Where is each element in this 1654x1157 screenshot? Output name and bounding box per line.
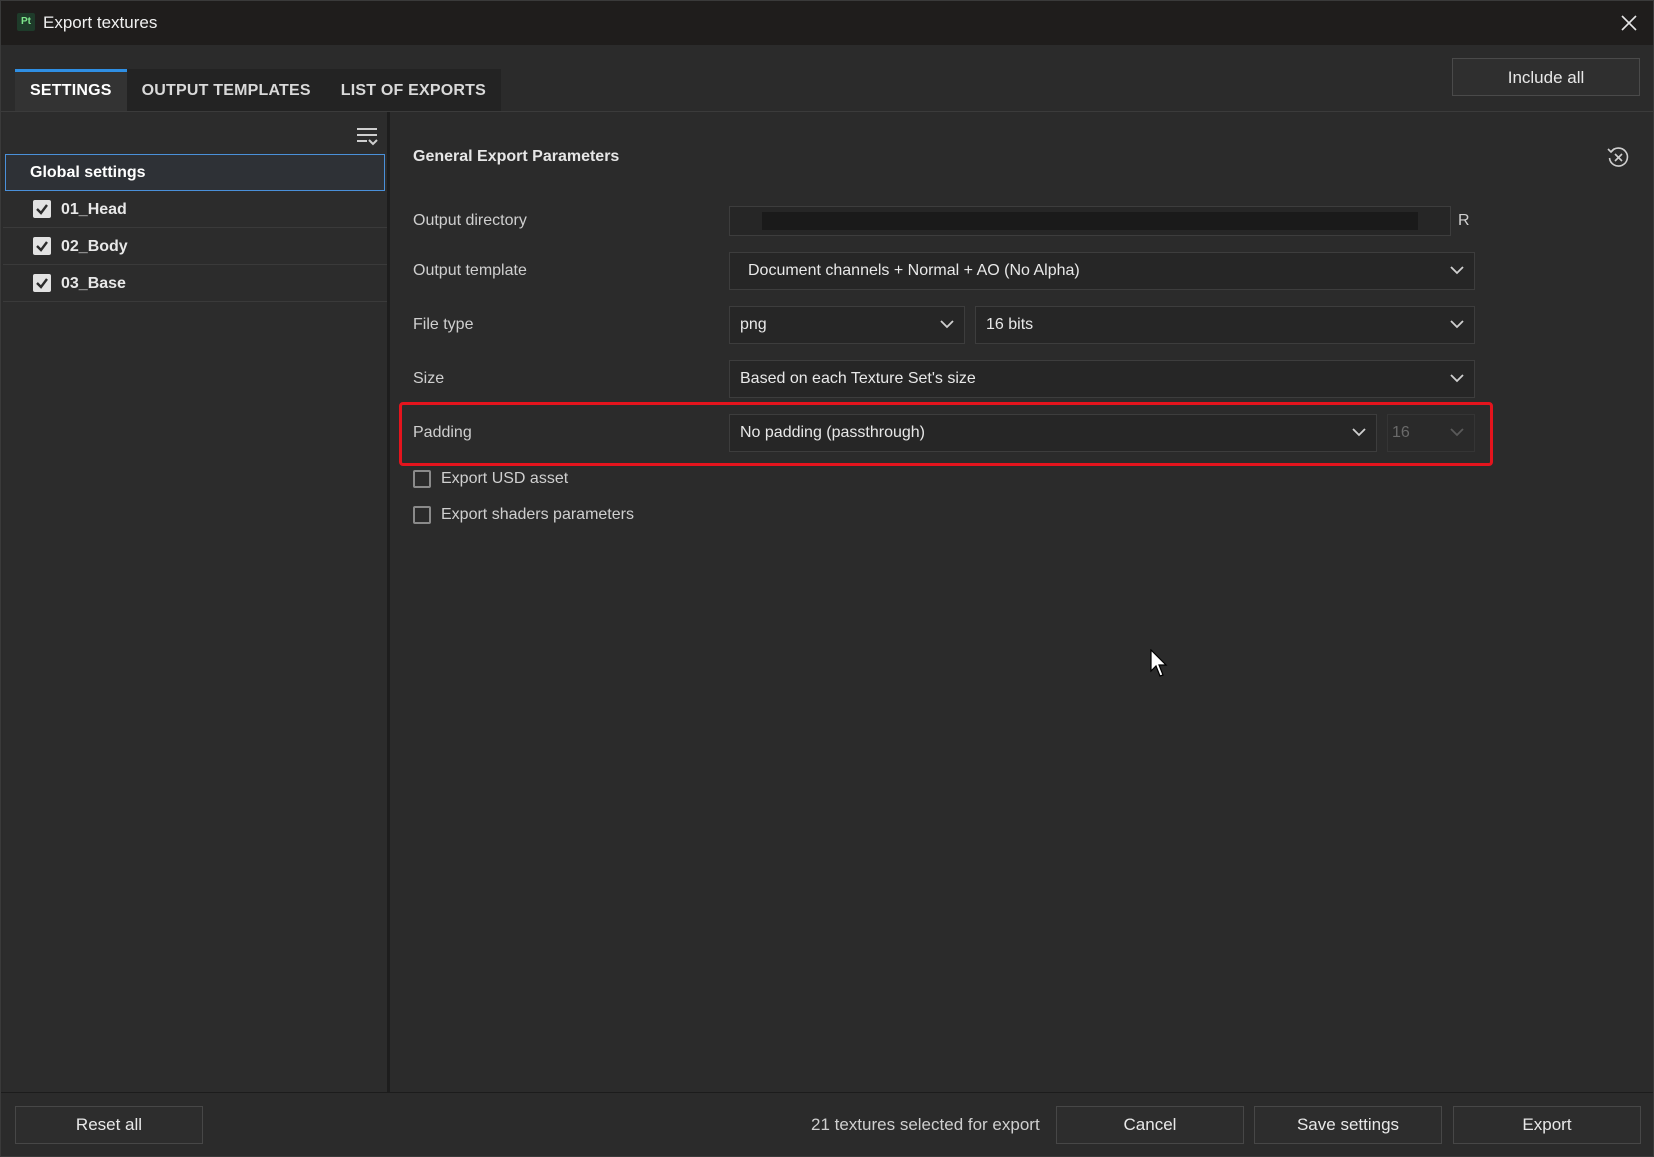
dilation-distance-value: 16 xyxy=(1392,424,1410,441)
export-shaders-checkbox[interactable] xyxy=(413,506,431,524)
texture-set-checkbox[interactable] xyxy=(33,237,51,255)
output-directory-suffix: R xyxy=(1458,212,1470,229)
tab-settings[interactable]: SETTINGS xyxy=(15,69,127,111)
padding-select[interactable]: No padding (passthrough) xyxy=(729,414,1377,452)
filter-list-icon[interactable] xyxy=(355,124,379,148)
bit-depth-value: 16 bits xyxy=(986,316,1034,333)
size-select[interactable]: Based on each Texture Set's size xyxy=(729,360,1475,398)
size-label: Size xyxy=(413,370,445,387)
reset-all-button[interactable]: Reset all xyxy=(15,1106,203,1144)
texture-set-label: 01_Head xyxy=(61,201,127,218)
chevron-down-icon xyxy=(1450,374,1464,383)
output-directory-field[interactable] xyxy=(729,206,1451,236)
padding-label: Padding xyxy=(413,424,472,441)
close-icon[interactable] xyxy=(1613,7,1645,39)
chevron-down-icon xyxy=(1352,428,1366,437)
export-button[interactable]: Export xyxy=(1453,1106,1641,1144)
include-all-button[interactable]: Include all xyxy=(1452,58,1640,96)
texture-set-label: 03_Base xyxy=(61,275,126,292)
bit-depth-select[interactable]: 16 bits xyxy=(975,306,1475,344)
mouse-cursor-icon xyxy=(1150,649,1168,677)
file-type-label: File type xyxy=(413,316,474,333)
output-template-label: Output template xyxy=(413,262,527,279)
file-format-value: png xyxy=(740,316,767,333)
output-directory-path xyxy=(762,212,1418,230)
output-directory-label: Output directory xyxy=(413,212,527,229)
tab-output-templates[interactable]: OUTPUT TEMPLATES xyxy=(126,69,326,111)
app-icon: Pt xyxy=(17,13,35,31)
save-settings-button[interactable]: Save settings xyxy=(1254,1106,1442,1144)
export-shaders-label[interactable]: Export shaders parameters xyxy=(441,506,634,524)
cancel-button[interactable]: Cancel xyxy=(1056,1106,1244,1144)
file-format-select[interactable]: png xyxy=(729,306,965,344)
dilation-distance-select[interactable]: 16 xyxy=(1387,414,1475,452)
footer-divider xyxy=(1,1092,1653,1093)
texture-set-label: 02_Body xyxy=(61,238,128,255)
global-settings-item[interactable]: Global settings xyxy=(5,154,385,191)
texture-set-checkbox[interactable] xyxy=(33,274,51,292)
chevron-down-icon xyxy=(1450,320,1464,329)
chevron-down-icon xyxy=(1450,428,1464,437)
window-title: Export textures xyxy=(43,13,158,32)
reset-defaults-icon[interactable] xyxy=(1605,144,1631,170)
texture-set-item[interactable]: 03_Base xyxy=(3,265,387,302)
tab-list-of-exports[interactable]: LIST OF EXPORTS xyxy=(325,69,501,111)
output-template-value: Document channels + Normal + AO (No Alph… xyxy=(748,262,1080,279)
export-usd-checkbox[interactable] xyxy=(413,470,431,488)
chevron-down-icon xyxy=(1450,266,1464,275)
output-template-select[interactable]: Document channels + Normal + AO (No Alph… xyxy=(729,252,1475,290)
export-count-status: 21 textures selected for export xyxy=(811,1115,1040,1134)
export-textures-dialog: Pt Export textures SETTINGS OUTPUT TEMPL… xyxy=(0,0,1654,1157)
title-bar: Pt Export textures xyxy=(1,1,1653,45)
chevron-down-icon xyxy=(940,320,954,329)
texture-set-item[interactable]: 02_Body xyxy=(3,228,387,265)
texture-set-item[interactable]: 01_Head xyxy=(3,191,387,228)
texture-set-checkbox[interactable] xyxy=(33,200,51,218)
size-value: Based on each Texture Set's size xyxy=(740,370,976,387)
export-usd-label[interactable]: Export USD asset xyxy=(441,470,568,488)
tab-bar: SETTINGS OUTPUT TEMPLATES LIST OF EXPORT… xyxy=(15,69,501,111)
section-title: General Export Parameters xyxy=(413,148,620,165)
padding-value: No padding (passthrough) xyxy=(740,424,926,441)
texture-set-panel: Global settings 01_Head 02_Body 03_Base xyxy=(3,112,390,1092)
